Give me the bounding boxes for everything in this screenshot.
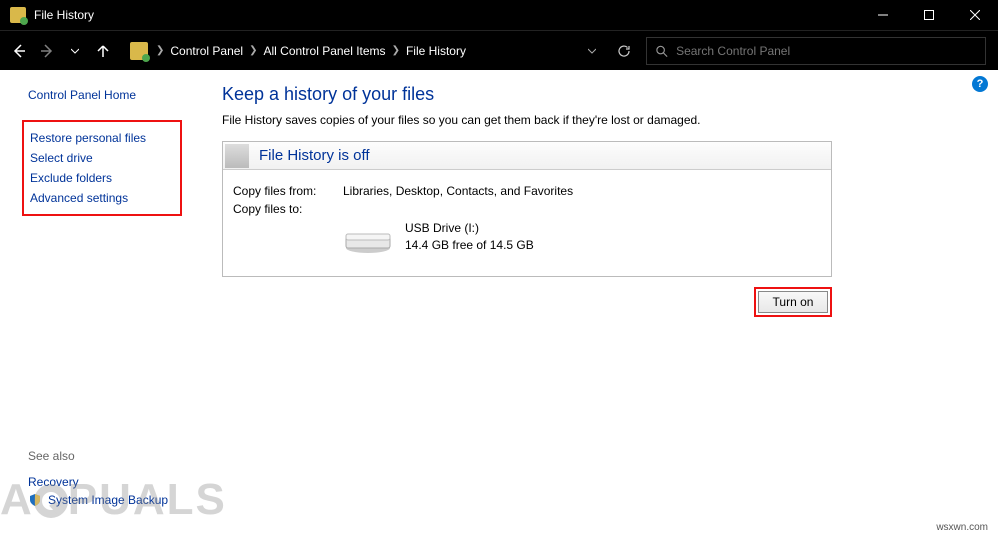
- address-dropdown[interactable]: [582, 47, 602, 55]
- sidebar-link-restore[interactable]: Restore personal files: [26, 128, 174, 148]
- main: Keep a history of your files File Histor…: [200, 70, 998, 537]
- status-header: File History is off: [223, 142, 831, 170]
- copy-from-label: Copy files from:: [233, 184, 343, 198]
- sidebar-link-exclude[interactable]: Exclude folders: [26, 168, 174, 188]
- drive-space: 14.4 GB free of 14.5 GB: [405, 237, 534, 254]
- address-icon: [130, 42, 148, 60]
- search-input[interactable]: [676, 44, 977, 58]
- see-also-recovery[interactable]: Recovery: [28, 473, 168, 491]
- refresh-button[interactable]: [610, 37, 638, 65]
- chevron-right-icon: ❯: [249, 45, 257, 56]
- drive-row: USB Drive (I:) 14.4 GB free of 14.5 GB: [233, 220, 821, 254]
- window-title: File History: [34, 8, 860, 22]
- back-button[interactable]: [6, 38, 32, 64]
- breadcrumb[interactable]: ❯ Control Panel ❯ All Control Panel Item…: [156, 37, 580, 65]
- see-also-label: Recovery: [28, 475, 79, 489]
- sidebar-links-group: Restore personal files Select drive Excl…: [22, 120, 182, 216]
- turn-on-wrap: Turn on: [222, 287, 832, 317]
- chevron-right-icon: ❯: [392, 45, 400, 56]
- crumb-file-history[interactable]: File History: [400, 44, 472, 58]
- status-title: File History is off: [259, 147, 370, 164]
- turn-on-highlight: Turn on: [754, 287, 832, 317]
- search-icon: [655, 44, 668, 58]
- see-also-label: System Image Backup: [48, 493, 168, 507]
- control-panel-home-link[interactable]: Control Panel Home: [28, 88, 186, 102]
- sidebar-link-advanced[interactable]: Advanced settings: [26, 188, 174, 208]
- crumb-all-items[interactable]: All Control Panel Items: [258, 44, 392, 58]
- shield-icon: [28, 493, 42, 507]
- copy-to-label: Copy files to:: [233, 202, 343, 216]
- crumb-control-panel[interactable]: Control Panel: [164, 44, 249, 58]
- close-button[interactable]: [952, 0, 998, 30]
- sidebar-link-select-drive[interactable]: Select drive: [26, 148, 174, 168]
- turn-on-button[interactable]: Turn on: [758, 291, 828, 313]
- content: ? Control Panel Home Restore personal fi…: [0, 70, 998, 537]
- file-history-icon: [10, 7, 26, 23]
- recent-dropdown[interactable]: [62, 38, 88, 64]
- see-also: See also Recovery System Image Backup: [28, 449, 168, 509]
- footer-attribution: wsxwn.com: [936, 522, 988, 533]
- copy-from-value: Libraries, Desktop, Contacts, and Favori…: [343, 184, 821, 198]
- titlebar: File History: [0, 0, 998, 30]
- status-body: Copy files from: Libraries, Desktop, Con…: [223, 170, 831, 276]
- forward-button[interactable]: [34, 38, 60, 64]
- see-also-heading: See also: [28, 449, 168, 463]
- navbar: ❯ Control Panel ❯ All Control Panel Item…: [0, 30, 998, 70]
- maximize-button[interactable]: [906, 0, 952, 30]
- up-button[interactable]: [90, 38, 116, 64]
- sidebar: Control Panel Home Restore personal file…: [0, 70, 200, 537]
- minimize-button[interactable]: [860, 0, 906, 30]
- drive-icon: [343, 226, 393, 254]
- see-also-system-image[interactable]: System Image Backup: [28, 491, 168, 509]
- chevron-right-icon: ❯: [156, 45, 164, 56]
- drive-name: USB Drive (I:): [405, 220, 534, 237]
- search-box[interactable]: [646, 37, 986, 65]
- page-heading: Keep a history of your files: [222, 84, 958, 105]
- window-controls: [860, 0, 998, 30]
- status-box: File History is off Copy files from: Lib…: [222, 141, 832, 277]
- page-subtext: File History saves copies of your files …: [222, 113, 958, 127]
- status-icon: [225, 144, 249, 168]
